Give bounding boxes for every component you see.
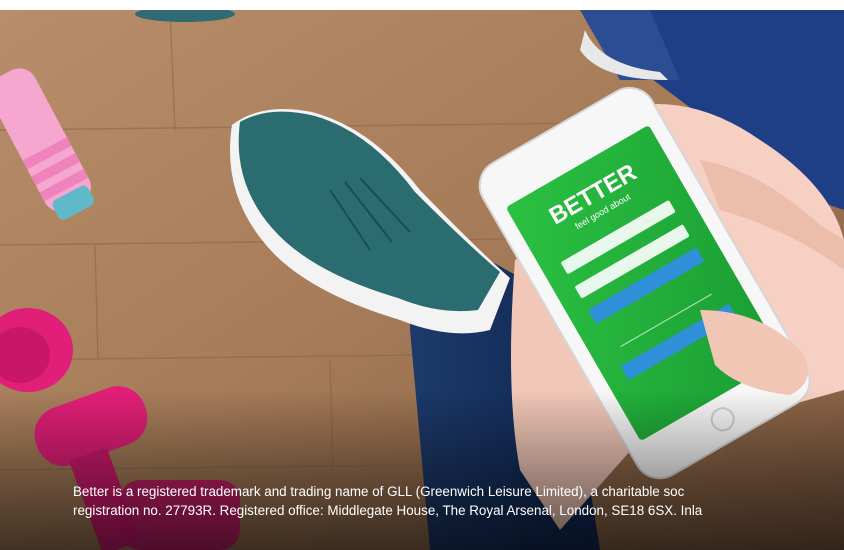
hero-bottom-shade (0, 390, 844, 550)
legal-line-2: registration no. 27793R. Registered offi… (73, 503, 703, 518)
legal-line-1: Better is a registered trademark and tra… (73, 484, 685, 499)
page: BETTER feel good about Better is a regis… (0, 0, 844, 550)
legal-disclaimer: Better is a registered trademark and tra… (73, 482, 844, 520)
hero-banner: BETTER feel good about Better is a regis… (0, 10, 844, 550)
